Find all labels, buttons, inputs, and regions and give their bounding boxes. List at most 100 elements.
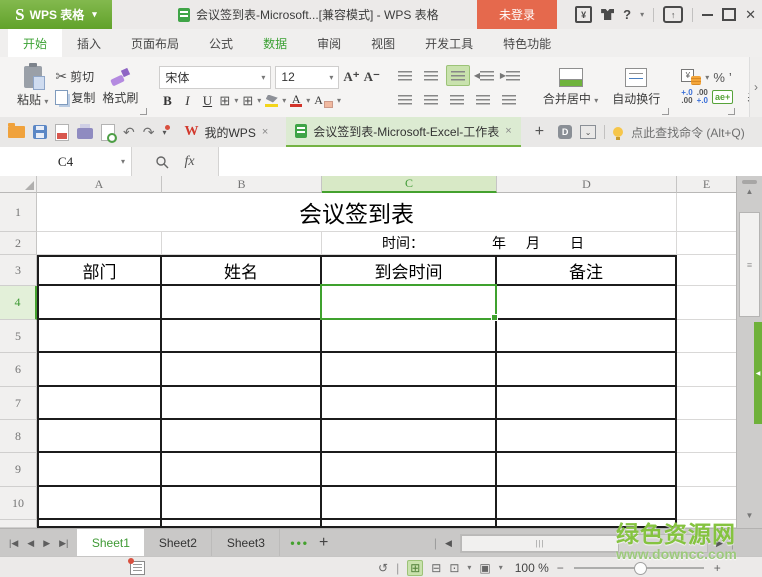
vertical-scroll-thumb[interactable]: ≡ [739, 212, 760, 317]
draw-border-dropdown-icon[interactable]: ▾ [257, 96, 261, 105]
cell[interactable] [497, 320, 677, 353]
row-header[interactable]: 3 [0, 255, 37, 286]
tab-data[interactable]: 数据 [248, 29, 302, 57]
task-pane-icon[interactable] [130, 561, 145, 575]
open-file-icon[interactable] [8, 126, 25, 138]
document-tab-active[interactable]: 会议签到表-Microsoft-Excel-工作表 × [286, 117, 520, 147]
cell[interactable] [162, 453, 322, 487]
cell[interactable] [677, 286, 737, 320]
prev-sheet-icon[interactable]: ◀ [27, 538, 34, 549]
zoom-in-icon[interactable]: + [714, 561, 721, 575]
cell-c4-selected[interactable] [322, 286, 497, 320]
clear-format-button[interactable]: A [314, 93, 333, 108]
tab-page-layout[interactable]: 页面布局 [116, 29, 194, 57]
borders-icon[interactable]: ⊞ [219, 93, 230, 109]
cell[interactable] [677, 420, 737, 453]
dialog-launcher-icon[interactable] [662, 108, 669, 115]
cell[interactable] [37, 453, 162, 487]
row-header[interactable]: 1 [0, 193, 37, 232]
cell[interactable] [322, 453, 497, 487]
full-screen-dropdown-icon[interactable]: ▾ [499, 563, 503, 572]
view-dropdown-icon[interactable]: ▾ [467, 563, 471, 572]
logo-dropdown-icon[interactable]: ▾ [92, 9, 97, 20]
scroll-right-icon[interactable]: ▶ [716, 538, 723, 549]
dialog-launcher-icon[interactable] [728, 108, 735, 115]
tab-home[interactable]: 开始 [8, 29, 62, 57]
decrease-indent-button[interactable]: ◀ [474, 66, 496, 85]
cell[interactable] [322, 387, 497, 420]
borders-dropdown-icon[interactable]: ▾ [234, 96, 238, 105]
tab-view[interactable]: 视图 [356, 29, 410, 57]
currency-format-button[interactable]: ¥ [681, 69, 701, 85]
export-pdf-icon[interactable] [55, 124, 69, 141]
tab-formulas[interactable]: 公式 [194, 29, 248, 57]
decrease-decimal-button[interactable]: .00 +.0 [697, 89, 708, 105]
cell-time-merged[interactable]: 时间： 年 月 日 [322, 232, 677, 255]
insert-function-icon[interactable]: fx [184, 154, 194, 170]
page-layout-view-button[interactable]: ⊡ [449, 561, 459, 575]
increase-font-button[interactable]: A⁺ [343, 69, 359, 85]
cell[interactable] [677, 232, 737, 255]
cell[interactable] [677, 353, 737, 387]
name-box-dropdown-icon[interactable]: ▾ [121, 157, 125, 166]
login-button[interactable]: 未登录 [477, 0, 557, 29]
comma-format-button[interactable]: ’ [729, 70, 732, 85]
cell[interactable] [677, 453, 737, 487]
increase-indent-button[interactable]: ▶ [500, 66, 522, 85]
align-top-button[interactable] [394, 66, 416, 85]
percent-format-button[interactable]: % [713, 70, 725, 85]
cell[interactable] [162, 353, 322, 387]
cell[interactable] [322, 420, 497, 453]
cut-button[interactable]: ✂ 剪切 [55, 68, 95, 85]
cell[interactable] [497, 353, 677, 387]
cell[interactable] [322, 487, 497, 520]
horizontal-scroll-thumb[interactable]: ||| [461, 535, 619, 552]
format-painter-button[interactable]: 格式刷 [95, 59, 145, 115]
column-header-d[interactable]: D [497, 176, 677, 193]
cell[interactable] [37, 286, 162, 320]
wrap-text-button[interactable]: 自动换行 [605, 59, 667, 115]
my-wps-tab[interactable]: W 我的WPS × [174, 117, 278, 147]
wps-logo[interactable]: S WPS 表格 ▾ [0, 0, 112, 29]
row-header[interactable]: 7 [0, 387, 37, 420]
horizontal-scrollbar[interactable]: ||| [460, 534, 708, 553]
merge-center-button[interactable]: 合并居中 ▾ [536, 59, 605, 115]
split-handle[interactable] [742, 180, 757, 184]
row-header[interactable] [0, 520, 37, 528]
history-icon[interactable]: ↺ [378, 561, 388, 575]
tab-special-features[interactable]: 特色功能 [488, 29, 566, 57]
cell[interactable] [497, 487, 677, 520]
cell[interactable] [162, 286, 322, 320]
copy-button[interactable]: 复制 [55, 89, 95, 106]
cell[interactable] [677, 520, 737, 528]
membership-icon[interactable]: ¥ [575, 6, 592, 23]
cell[interactable] [162, 387, 322, 420]
page-break-view-button[interactable]: ⊟ [431, 561, 441, 575]
draw-border-icon[interactable]: ⊞ [242, 93, 253, 109]
italic-button[interactable]: I [179, 93, 195, 109]
justify-button[interactable] [472, 90, 494, 109]
cell[interactable] [677, 487, 737, 520]
distribute-button[interactable] [498, 90, 520, 109]
cell[interactable] [677, 320, 737, 353]
command-search[interactable]: 点此查找命令 (Alt+Q) [631, 124, 745, 141]
paste-button[interactable]: 粘贴 ▾ [10, 59, 55, 115]
align-center-button[interactable] [420, 90, 442, 109]
maximize-button[interactable] [722, 8, 736, 21]
fill-handle[interactable] [491, 314, 498, 321]
sheet-tab-sheet1[interactable]: Sheet1 [77, 529, 144, 557]
magnifier-icon[interactable] [155, 155, 169, 169]
cell[interactable] [497, 286, 677, 320]
cell[interactable] [37, 320, 162, 353]
sheet-tab-sheet3[interactable]: Sheet3 [212, 529, 280, 557]
dialog-launcher-icon[interactable] [140, 108, 147, 115]
tab-insert[interactable]: 插入 [62, 29, 116, 57]
sheet-tab-sheet2[interactable]: Sheet2 [144, 529, 212, 557]
close-button[interactable]: ✕ [745, 7, 756, 23]
cell-title-merged[interactable]: 会议签到表 [37, 193, 677, 232]
align-left-button[interactable] [394, 90, 416, 109]
customize-toolbar-icon[interactable]: ▾ [162, 128, 166, 137]
close-tab-icon[interactable]: × [505, 125, 511, 137]
cell-header-department[interactable]: 部门 [37, 255, 162, 286]
cell[interactable] [162, 420, 322, 453]
